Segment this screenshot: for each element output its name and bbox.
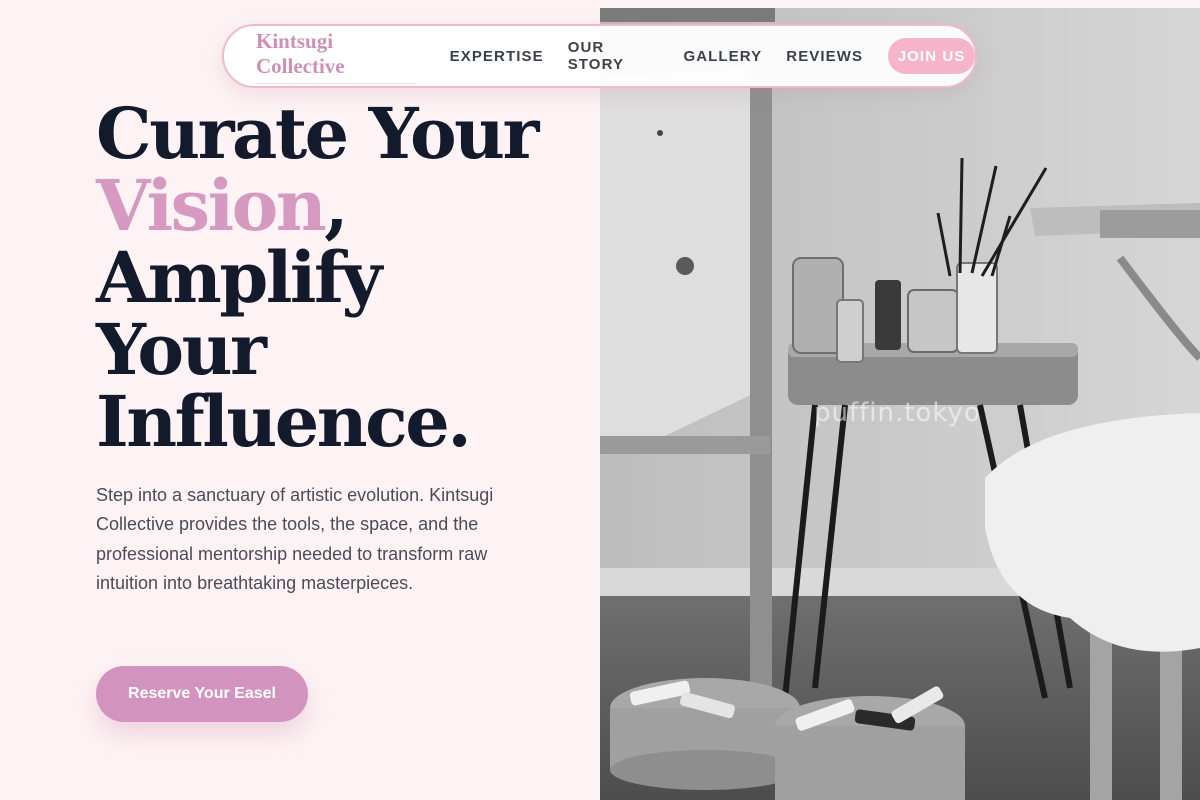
hero-description: Step into a sanctuary of artistic evolut… [96, 485, 494, 593]
brand-logo[interactable]: Kintsugi Collective [256, 29, 416, 84]
hero-title-line-5: Influence. [96, 380, 472, 463]
hero-title-line-4: Your [96, 308, 267, 391]
reserve-easel-button[interactable]: Reserve Your Easel [96, 666, 308, 722]
nav-link-reviews[interactable]: REVIEWS [786, 48, 863, 65]
hero-title-line-1: Curate Your [96, 92, 539, 175]
join-us-button[interactable]: JOIN US [888, 38, 975, 74]
hero-title: Curate Your Vision, Amplify Your Influen… [96, 98, 576, 458]
hero-title-comma: , [324, 164, 348, 247]
navbar: Kintsugi Collective EXPERTISE OUR STORY … [222, 24, 977, 88]
nav-link-our-story[interactable]: OUR STORY [568, 39, 660, 73]
hero-title-accent: Vision [96, 164, 327, 247]
nav-link-expertise[interactable]: EXPERTISE [450, 48, 544, 65]
hero-title-line-2: Vision, [96, 170, 576, 242]
hero-title-line-3: Amplify [96, 236, 382, 319]
photo-watermark: puffin.tokyo [814, 398, 981, 428]
page: puffin.tokyo Kintsugi Collective EXPERTI… [0, 0, 1200, 800]
nav-link-gallery[interactable]: GALLERY [683, 48, 762, 65]
hero-photo: puffin.tokyo [600, 8, 1200, 800]
